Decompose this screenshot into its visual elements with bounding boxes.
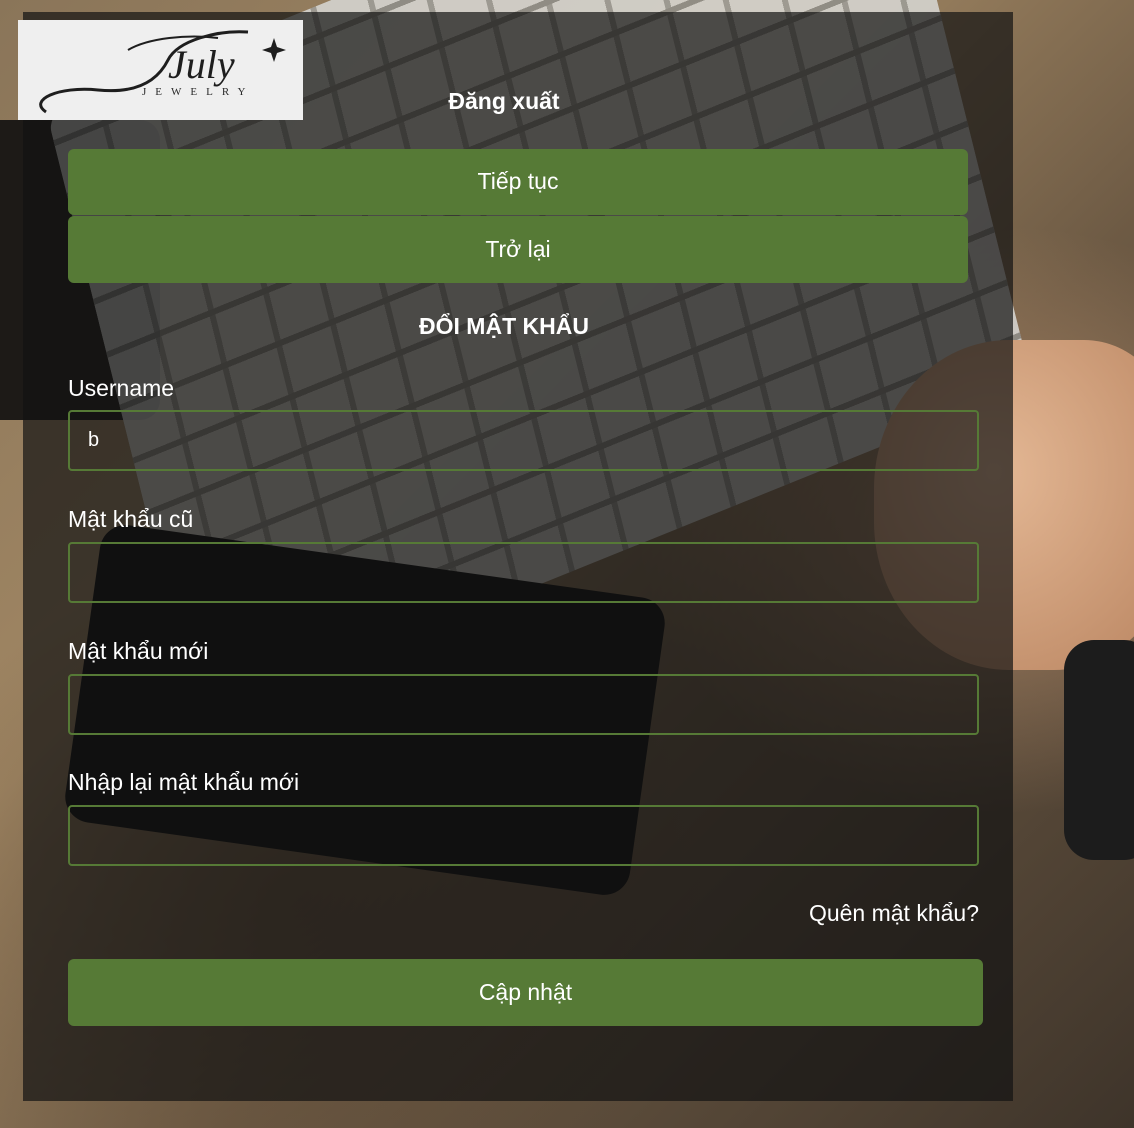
confirm-password-field[interactable] xyxy=(68,805,979,866)
back-button[interactable]: Trở lại xyxy=(68,216,968,283)
confirm-password-label: Nhập lại mật khẩu mới xyxy=(68,769,300,795)
logout-link[interactable]: Đăng xuất xyxy=(404,88,604,115)
forgot-password-link[interactable]: Quên mật khẩu? xyxy=(809,900,979,927)
old-password-label: Mật khẩu cũ xyxy=(68,506,194,532)
brand-logo[interactable]: July JEWELRY xyxy=(18,20,303,120)
bg-sleeve xyxy=(1064,640,1134,860)
username-label: Username xyxy=(68,375,175,401)
continue-button[interactable]: Tiếp tục xyxy=(68,149,968,215)
update-button[interactable]: Cập nhật xyxy=(68,959,983,1026)
logo-graphic: July JEWELRY xyxy=(39,30,286,114)
star-icon xyxy=(262,38,286,62)
username-field[interactable]: b xyxy=(68,410,979,471)
logo-sub-text: JEWELRY xyxy=(142,86,255,98)
logo-script-text: July xyxy=(168,42,235,87)
new-password-label: Mật khẩu mới xyxy=(68,638,209,664)
new-password-field[interactable] xyxy=(68,674,979,735)
page-title: ĐỔI MẬT KHẨU xyxy=(419,313,589,339)
username-value: b xyxy=(88,429,100,451)
old-password-field[interactable] xyxy=(68,542,979,603)
